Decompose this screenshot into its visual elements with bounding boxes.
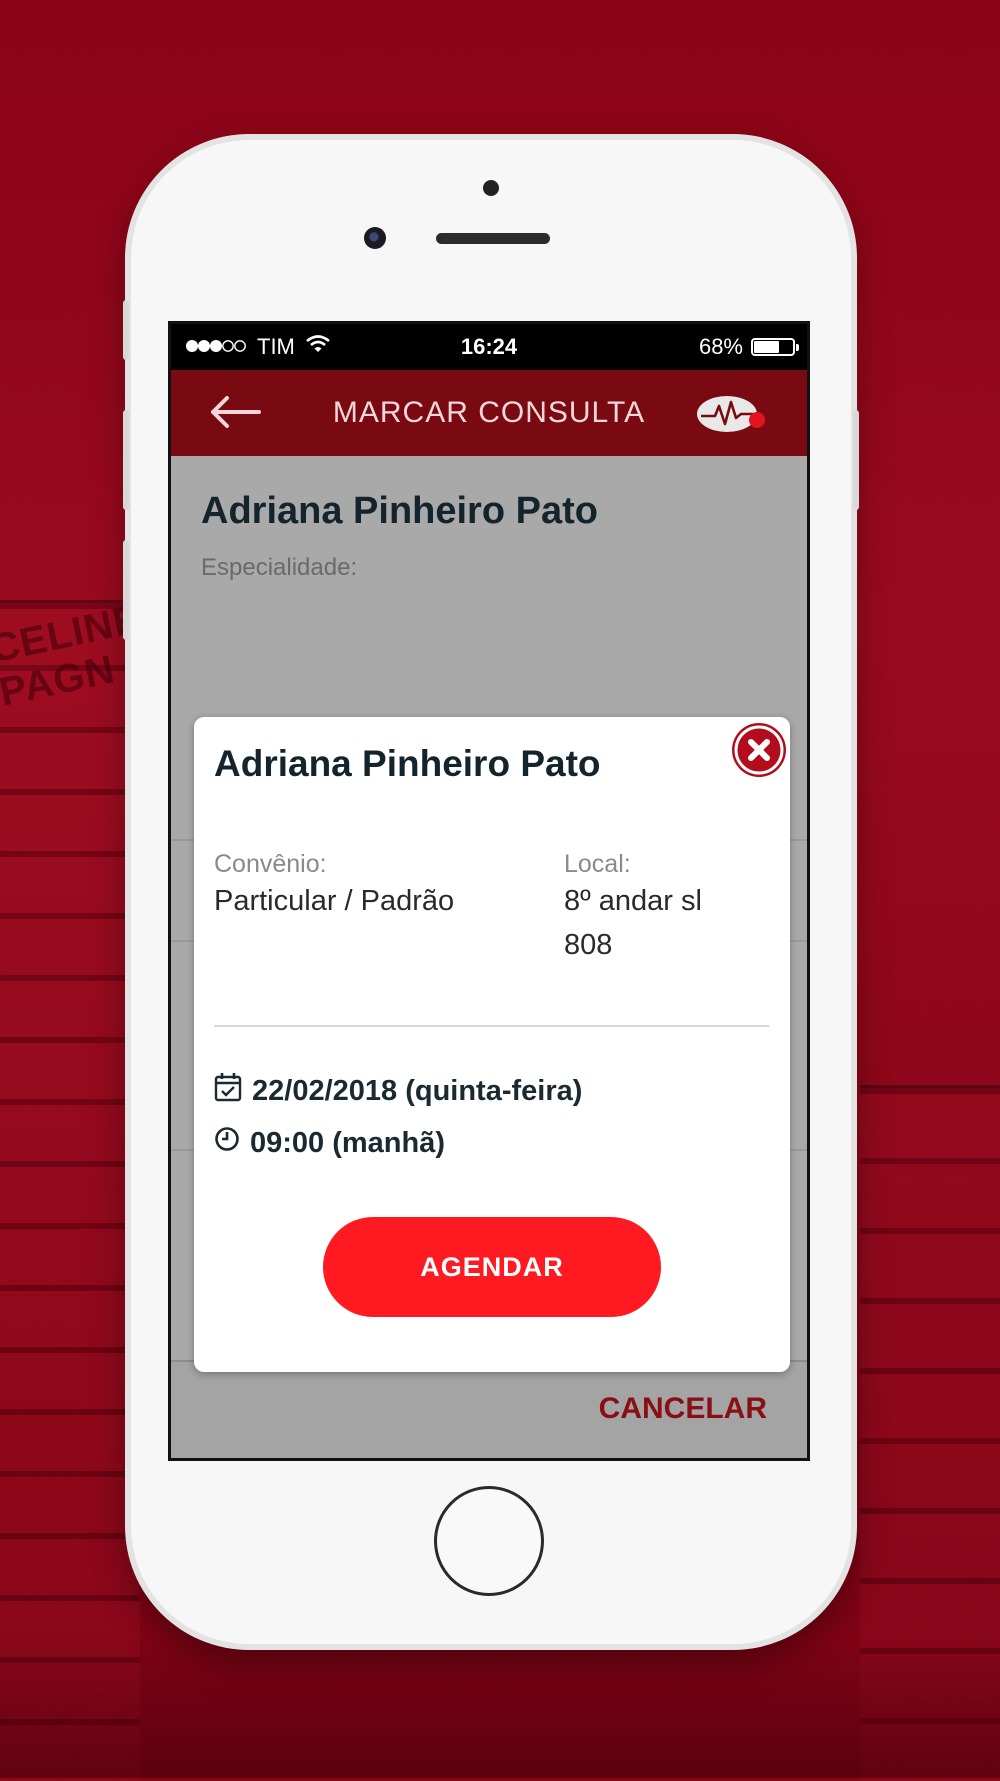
power-button bbox=[853, 410, 859, 510]
navigation-bar: MARCAR CONSULTA bbox=[171, 370, 807, 456]
appointment-time: 09:00 (manhã) bbox=[250, 1126, 446, 1159]
battery-level-fill bbox=[754, 341, 780, 353]
appointment-date: 22/02/2018 (quinta-feira) bbox=[252, 1074, 583, 1107]
bottom-action-bar: CANCELAR bbox=[171, 1360, 807, 1458]
screen-content: Adriana Pinheiro Pato Especialidade: CAN… bbox=[171, 456, 807, 1458]
home-button[interactable] bbox=[434, 1486, 544, 1596]
heartbeat-logo-icon bbox=[695, 392, 769, 436]
close-icon[interactable] bbox=[732, 723, 786, 777]
local-label: Local: bbox=[564, 850, 631, 878]
background-ground bbox=[0, 1638, 1000, 1778]
earpiece-speaker bbox=[436, 233, 550, 244]
proximity-sensor bbox=[483, 180, 499, 196]
convenio-label: Convênio: bbox=[214, 850, 327, 878]
background-field-label: Especialidade: bbox=[201, 554, 358, 581]
local-value-line2: 808 bbox=[564, 929, 613, 961]
appointment-confirmation-dialog: Adriana Pinheiro Pato Convênio: Particul… bbox=[194, 717, 790, 1372]
appointment-date-row: 22/02/2018 (quinta-feira) bbox=[214, 1072, 582, 1110]
cancel-button[interactable]: CANCELAR bbox=[599, 1392, 767, 1426]
battery-icon bbox=[751, 338, 799, 356]
local-value-line1: 8º andar sl bbox=[564, 885, 702, 917]
battery-percent: 68% bbox=[698, 334, 743, 359]
status-right: 68% bbox=[698, 334, 799, 360]
background-building-right bbox=[860, 1085, 1000, 1781]
dialog-divider bbox=[214, 1025, 769, 1027]
dialog-doctor-name: Adriana Pinheiro Pato bbox=[214, 743, 601, 784]
front-camera bbox=[364, 227, 386, 249]
volume-up-button bbox=[123, 410, 129, 510]
convenio-value: Particular / Padrão bbox=[214, 885, 455, 917]
background-building-left bbox=[0, 600, 140, 1781]
volume-down-button bbox=[123, 540, 129, 640]
phone-screen: TIM 16:24 68% MARCAR CONSULTA Adriana Pi… bbox=[168, 321, 810, 1461]
background-doctor-name: Adriana Pinheiro Pato bbox=[201, 490, 598, 532]
schedule-button[interactable]: AGENDAR bbox=[323, 1217, 661, 1317]
status-bar: TIM 16:24 68% bbox=[171, 324, 807, 370]
mute-switch bbox=[123, 300, 129, 360]
appointment-time-row: 09:00 (manhã) bbox=[214, 1126, 445, 1160]
calendar-icon bbox=[214, 1072, 242, 1110]
clock-icon bbox=[214, 1126, 240, 1160]
